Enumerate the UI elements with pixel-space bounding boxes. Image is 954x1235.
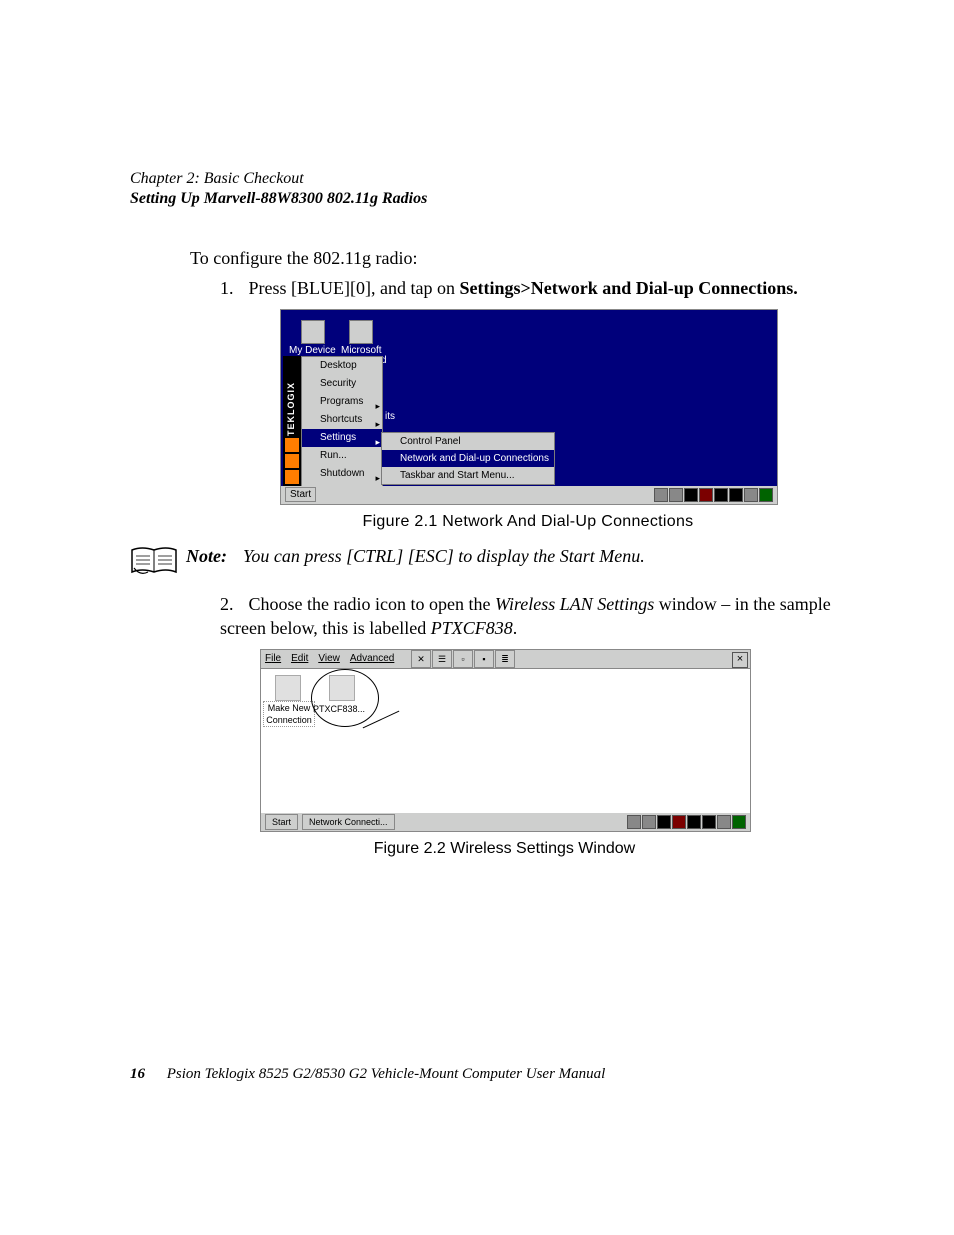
menu-advanced[interactable]: Advanced bbox=[350, 652, 394, 666]
chapter-header: Chapter 2: Basic Checkout bbox=[130, 170, 844, 188]
tray-icon[interactable] bbox=[684, 488, 698, 502]
system-tray bbox=[627, 815, 746, 829]
step-bold: Settings>Network and Dial-up Connections… bbox=[459, 278, 797, 298]
menu-label: Programs bbox=[320, 396, 363, 407]
submenu-label: Taskbar and Start Menu... bbox=[400, 470, 515, 481]
figure-1-caption: Figure 2.1 Network And Dial-Up Connectio… bbox=[280, 511, 776, 533]
menu-view[interactable]: View bbox=[318, 652, 340, 666]
tray-icon[interactable] bbox=[687, 815, 701, 829]
tray-icon[interactable] bbox=[714, 488, 728, 502]
step-italic: Wireless LAN Settings bbox=[495, 594, 654, 614]
tray-icon[interactable] bbox=[744, 488, 758, 502]
taskbar-item-network[interactable]: Network Connecti... bbox=[302, 814, 395, 830]
menu-item-desktop[interactable]: Desktop bbox=[302, 357, 382, 375]
menu-label: Shutdown bbox=[320, 468, 364, 479]
make-new-connection-icon[interactable] bbox=[275, 675, 301, 701]
menu-item-programs[interactable]: Programs▸ bbox=[302, 393, 382, 411]
bg-text-its: its bbox=[385, 410, 395, 424]
menu-label: Desktop bbox=[320, 360, 357, 371]
toolbar: ✕ ☰ ▫ ▪ ≣ bbox=[411, 650, 516, 668]
menu-edit[interactable]: Edit bbox=[291, 652, 308, 666]
toolbar-details-button[interactable]: ≣ bbox=[495, 650, 515, 668]
tray-icon[interactable] bbox=[657, 815, 671, 829]
toolbar-large-icons-button[interactable]: ▫ bbox=[453, 650, 473, 668]
tray-icon[interactable] bbox=[717, 815, 731, 829]
page-number: 16 bbox=[130, 1066, 145, 1082]
tray-icon[interactable] bbox=[672, 815, 686, 829]
step-text: Choose the radio icon to open the bbox=[249, 594, 495, 614]
tray-icon[interactable] bbox=[699, 488, 713, 502]
system-tray bbox=[654, 488, 773, 502]
tray-icon[interactable] bbox=[669, 488, 683, 502]
page-footer: 16 Psion Teklogix 8525 G2/8530 G2 Vehicl… bbox=[130, 1066, 605, 1083]
menu-item-shutdown[interactable]: Shutdown▸ bbox=[302, 465, 382, 483]
figure-2-screenshot: File Edit View Advanced ✕ ☰ ▫ ▪ ≣ × Make… bbox=[260, 649, 751, 832]
step-italic: PTXCF838 bbox=[431, 618, 513, 638]
sidebar-square-icon bbox=[285, 438, 299, 452]
menu-label: Shortcuts bbox=[320, 414, 362, 425]
step-1: 1. Press [BLUE][0], and tap on Settings>… bbox=[220, 276, 844, 300]
note-block: Note: You can press [CTRL] [ESC] to disp… bbox=[130, 546, 844, 578]
taskbar: Start bbox=[281, 486, 777, 504]
chevron-right-icon: ▸ bbox=[375, 469, 380, 487]
taskbar: Start Network Connecti... bbox=[261, 813, 750, 831]
menu-label: Run... bbox=[320, 450, 347, 461]
step-number: 2. bbox=[220, 592, 244, 616]
menu-file[interactable]: File bbox=[265, 652, 281, 666]
sidebar-square-icon bbox=[285, 470, 299, 484]
tray-icon[interactable] bbox=[759, 488, 773, 502]
note-label: Note: bbox=[186, 546, 227, 566]
tray-icon[interactable] bbox=[654, 488, 668, 502]
toolbar-delete-button[interactable]: ✕ bbox=[411, 650, 431, 668]
tray-icon[interactable] bbox=[702, 815, 716, 829]
menu-item-shortcuts[interactable]: Shortcuts▸ bbox=[302, 411, 382, 429]
submenu-item-network[interactable]: Network and Dial-up Connections bbox=[382, 450, 554, 467]
make-new-connection-label: Make New Connection bbox=[263, 701, 315, 727]
note-text: You can press [CTRL] [ESC] to display th… bbox=[243, 546, 645, 566]
callout-circle bbox=[311, 669, 379, 727]
tray-icon[interactable] bbox=[642, 815, 656, 829]
start-sidebar: TEKLOGIX bbox=[283, 356, 301, 486]
start-button[interactable]: Start bbox=[285, 487, 316, 503]
menu-item-run[interactable]: Run... bbox=[302, 447, 382, 465]
step-text: Press [BLUE][0], and tap on bbox=[249, 278, 460, 298]
submenu-item-control-panel[interactable]: Control Panel bbox=[382, 433, 554, 450]
start-button[interactable]: Start bbox=[265, 814, 298, 830]
step-number: 1. bbox=[220, 276, 244, 300]
section-header: Setting Up Marvell-88W8300 802.11g Radio… bbox=[130, 190, 844, 208]
menu-item-settings[interactable]: Settings▸ bbox=[302, 429, 382, 447]
microsoft-icon[interactable] bbox=[349, 320, 373, 344]
figure-2-caption: Figure 2.2 Wireless Settings Window bbox=[260, 838, 749, 860]
menu-label: Settings bbox=[320, 432, 356, 443]
start-menu: Desktop Security Programs▸ Shortcuts▸ Se… bbox=[301, 356, 383, 488]
my-device-icon[interactable] bbox=[301, 320, 325, 344]
submenu-item-taskbar[interactable]: Taskbar and Start Menu... bbox=[382, 467, 554, 484]
menu-item-security[interactable]: Security bbox=[302, 375, 382, 393]
intro-text: To configure the 802.11g radio: bbox=[190, 246, 844, 270]
settings-submenu: Control Panel Network and Dial-up Connec… bbox=[381, 432, 555, 485]
toolbar-small-icons-button[interactable]: ▪ bbox=[474, 650, 494, 668]
figure-1-screenshot: My Device Microsoft d its TEKLOGIX Deskt… bbox=[280, 309, 778, 505]
tray-icon[interactable] bbox=[732, 815, 746, 829]
close-button[interactable]: × bbox=[732, 652, 748, 668]
tray-icon[interactable] bbox=[627, 815, 641, 829]
footer-text: Psion Teklogix 8525 G2/8530 G2 Vehicle-M… bbox=[167, 1066, 606, 1082]
submenu-label: Network and Dial-up Connections bbox=[400, 453, 549, 464]
menu-label: Security bbox=[320, 378, 356, 389]
explorer-canvas: Make New Connection PTXCF838... bbox=[261, 669, 750, 813]
toolbar-properties-button[interactable]: ☰ bbox=[432, 650, 452, 668]
book-note-icon bbox=[130, 546, 178, 578]
step-text: . bbox=[513, 618, 518, 638]
step-2: 2. Choose the radio icon to open the Wir… bbox=[220, 592, 844, 641]
sidebar-logo-text: TEKLOGIX bbox=[285, 382, 297, 436]
tray-icon[interactable] bbox=[729, 488, 743, 502]
sidebar-square-icon bbox=[285, 454, 299, 468]
submenu-label: Control Panel bbox=[400, 436, 461, 447]
